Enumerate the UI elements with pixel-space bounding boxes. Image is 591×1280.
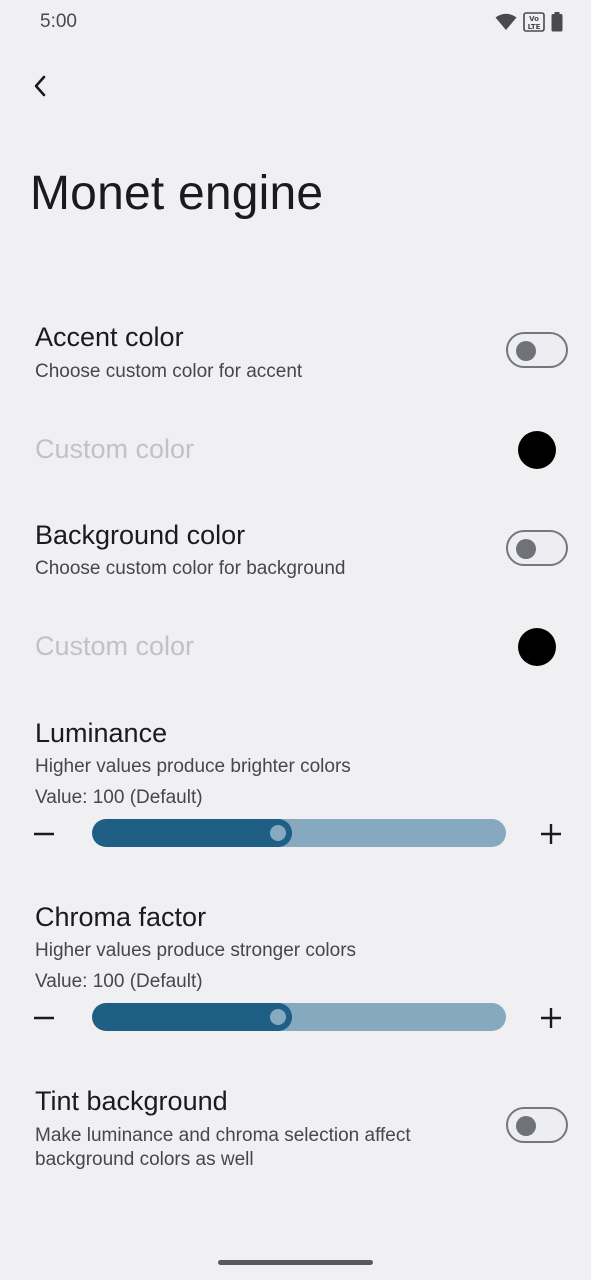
luminance-subtitle: Higher values produce brighter colors bbox=[35, 756, 351, 777]
accent-custom-color-setting: Custom color bbox=[0, 428, 591, 474]
tint-background-subtitle-line1: Make luminance and chroma selection affe… bbox=[35, 1125, 411, 1146]
chroma-setting: Chroma factor Higher values produce stro… bbox=[0, 898, 591, 1038]
wifi-icon bbox=[495, 13, 517, 36]
accent-color-title: Accent color bbox=[35, 322, 184, 352]
chroma-subtitle: Higher values produce stronger colors bbox=[35, 940, 357, 961]
tint-background-toggle[interactable] bbox=[506, 1107, 568, 1143]
toggle-knob bbox=[516, 341, 536, 361]
luminance-increase-button[interactable] bbox=[531, 814, 571, 854]
background-color-subtitle: Choose custom color for background bbox=[35, 558, 346, 579]
battery-icon bbox=[551, 12, 563, 37]
plus-icon bbox=[531, 824, 571, 858]
accent-color-setting[interactable]: Accent color Choose custom color for acc… bbox=[0, 318, 591, 392]
luminance-slider-fill bbox=[92, 819, 293, 847]
luminance-decrease-button[interactable] bbox=[24, 814, 64, 854]
luminance-title: Luminance bbox=[35, 718, 168, 748]
luminance-slider-row bbox=[0, 814, 591, 854]
page-title: Monet engine bbox=[30, 167, 324, 220]
tint-background-title: Tint background bbox=[35, 1086, 228, 1116]
toggle-knob bbox=[516, 1116, 536, 1136]
background-custom-color-label: Custom color bbox=[35, 631, 195, 661]
chroma-slider-track[interactable] bbox=[92, 1003, 506, 1031]
status-icons: Vo LTE bbox=[495, 12, 563, 37]
chroma-decrease-button[interactable] bbox=[24, 998, 64, 1038]
toggle-knob bbox=[516, 539, 536, 559]
accent-custom-color-label: Custom color bbox=[35, 434, 195, 464]
chroma-title: Chroma factor bbox=[35, 902, 207, 932]
svg-text:LTE: LTE bbox=[528, 23, 541, 31]
background-color-toggle[interactable] bbox=[506, 530, 568, 566]
slider-thumb-dot bbox=[270, 825, 287, 841]
accent-color-swatch[interactable] bbox=[518, 431, 556, 469]
background-color-setting[interactable]: Background color Choose custom color for… bbox=[0, 516, 591, 590]
background-custom-color-setting: Custom color bbox=[0, 626, 591, 672]
chroma-slider-fill bbox=[92, 1003, 293, 1031]
home-indicator[interactable] bbox=[218, 1260, 373, 1265]
plus-icon bbox=[531, 1008, 571, 1042]
minus-icon bbox=[24, 832, 64, 858]
background-color-swatch[interactable] bbox=[518, 628, 556, 666]
svg-text:Vo: Vo bbox=[529, 15, 539, 23]
luminance-slider-track[interactable] bbox=[92, 819, 506, 847]
chroma-increase-button[interactable] bbox=[531, 998, 571, 1038]
status-time: 5:00 bbox=[40, 11, 77, 32]
luminance-value: Value: 100 (Default) bbox=[35, 787, 203, 808]
chevron-left-icon bbox=[32, 74, 48, 103]
chroma-value: Value: 100 (Default) bbox=[35, 971, 203, 992]
status-bar: 5:00 Vo LTE bbox=[0, 0, 591, 46]
accent-color-toggle[interactable] bbox=[506, 332, 568, 368]
back-button[interactable] bbox=[22, 70, 58, 106]
accent-color-subtitle: Choose custom color for accent bbox=[35, 361, 303, 382]
luminance-setting: Luminance Higher values produce brighter… bbox=[0, 714, 591, 854]
background-color-title: Background color bbox=[35, 520, 246, 550]
minus-icon bbox=[24, 1016, 64, 1042]
chroma-slider-row bbox=[0, 998, 591, 1038]
slider-thumb-dot bbox=[270, 1009, 287, 1025]
tint-background-subtitle-line2: background colors as well bbox=[35, 1149, 254, 1170]
tint-background-setting[interactable]: Tint background Make luminance and chrom… bbox=[0, 1082, 591, 1178]
volte-icon: Vo LTE bbox=[523, 12, 545, 37]
